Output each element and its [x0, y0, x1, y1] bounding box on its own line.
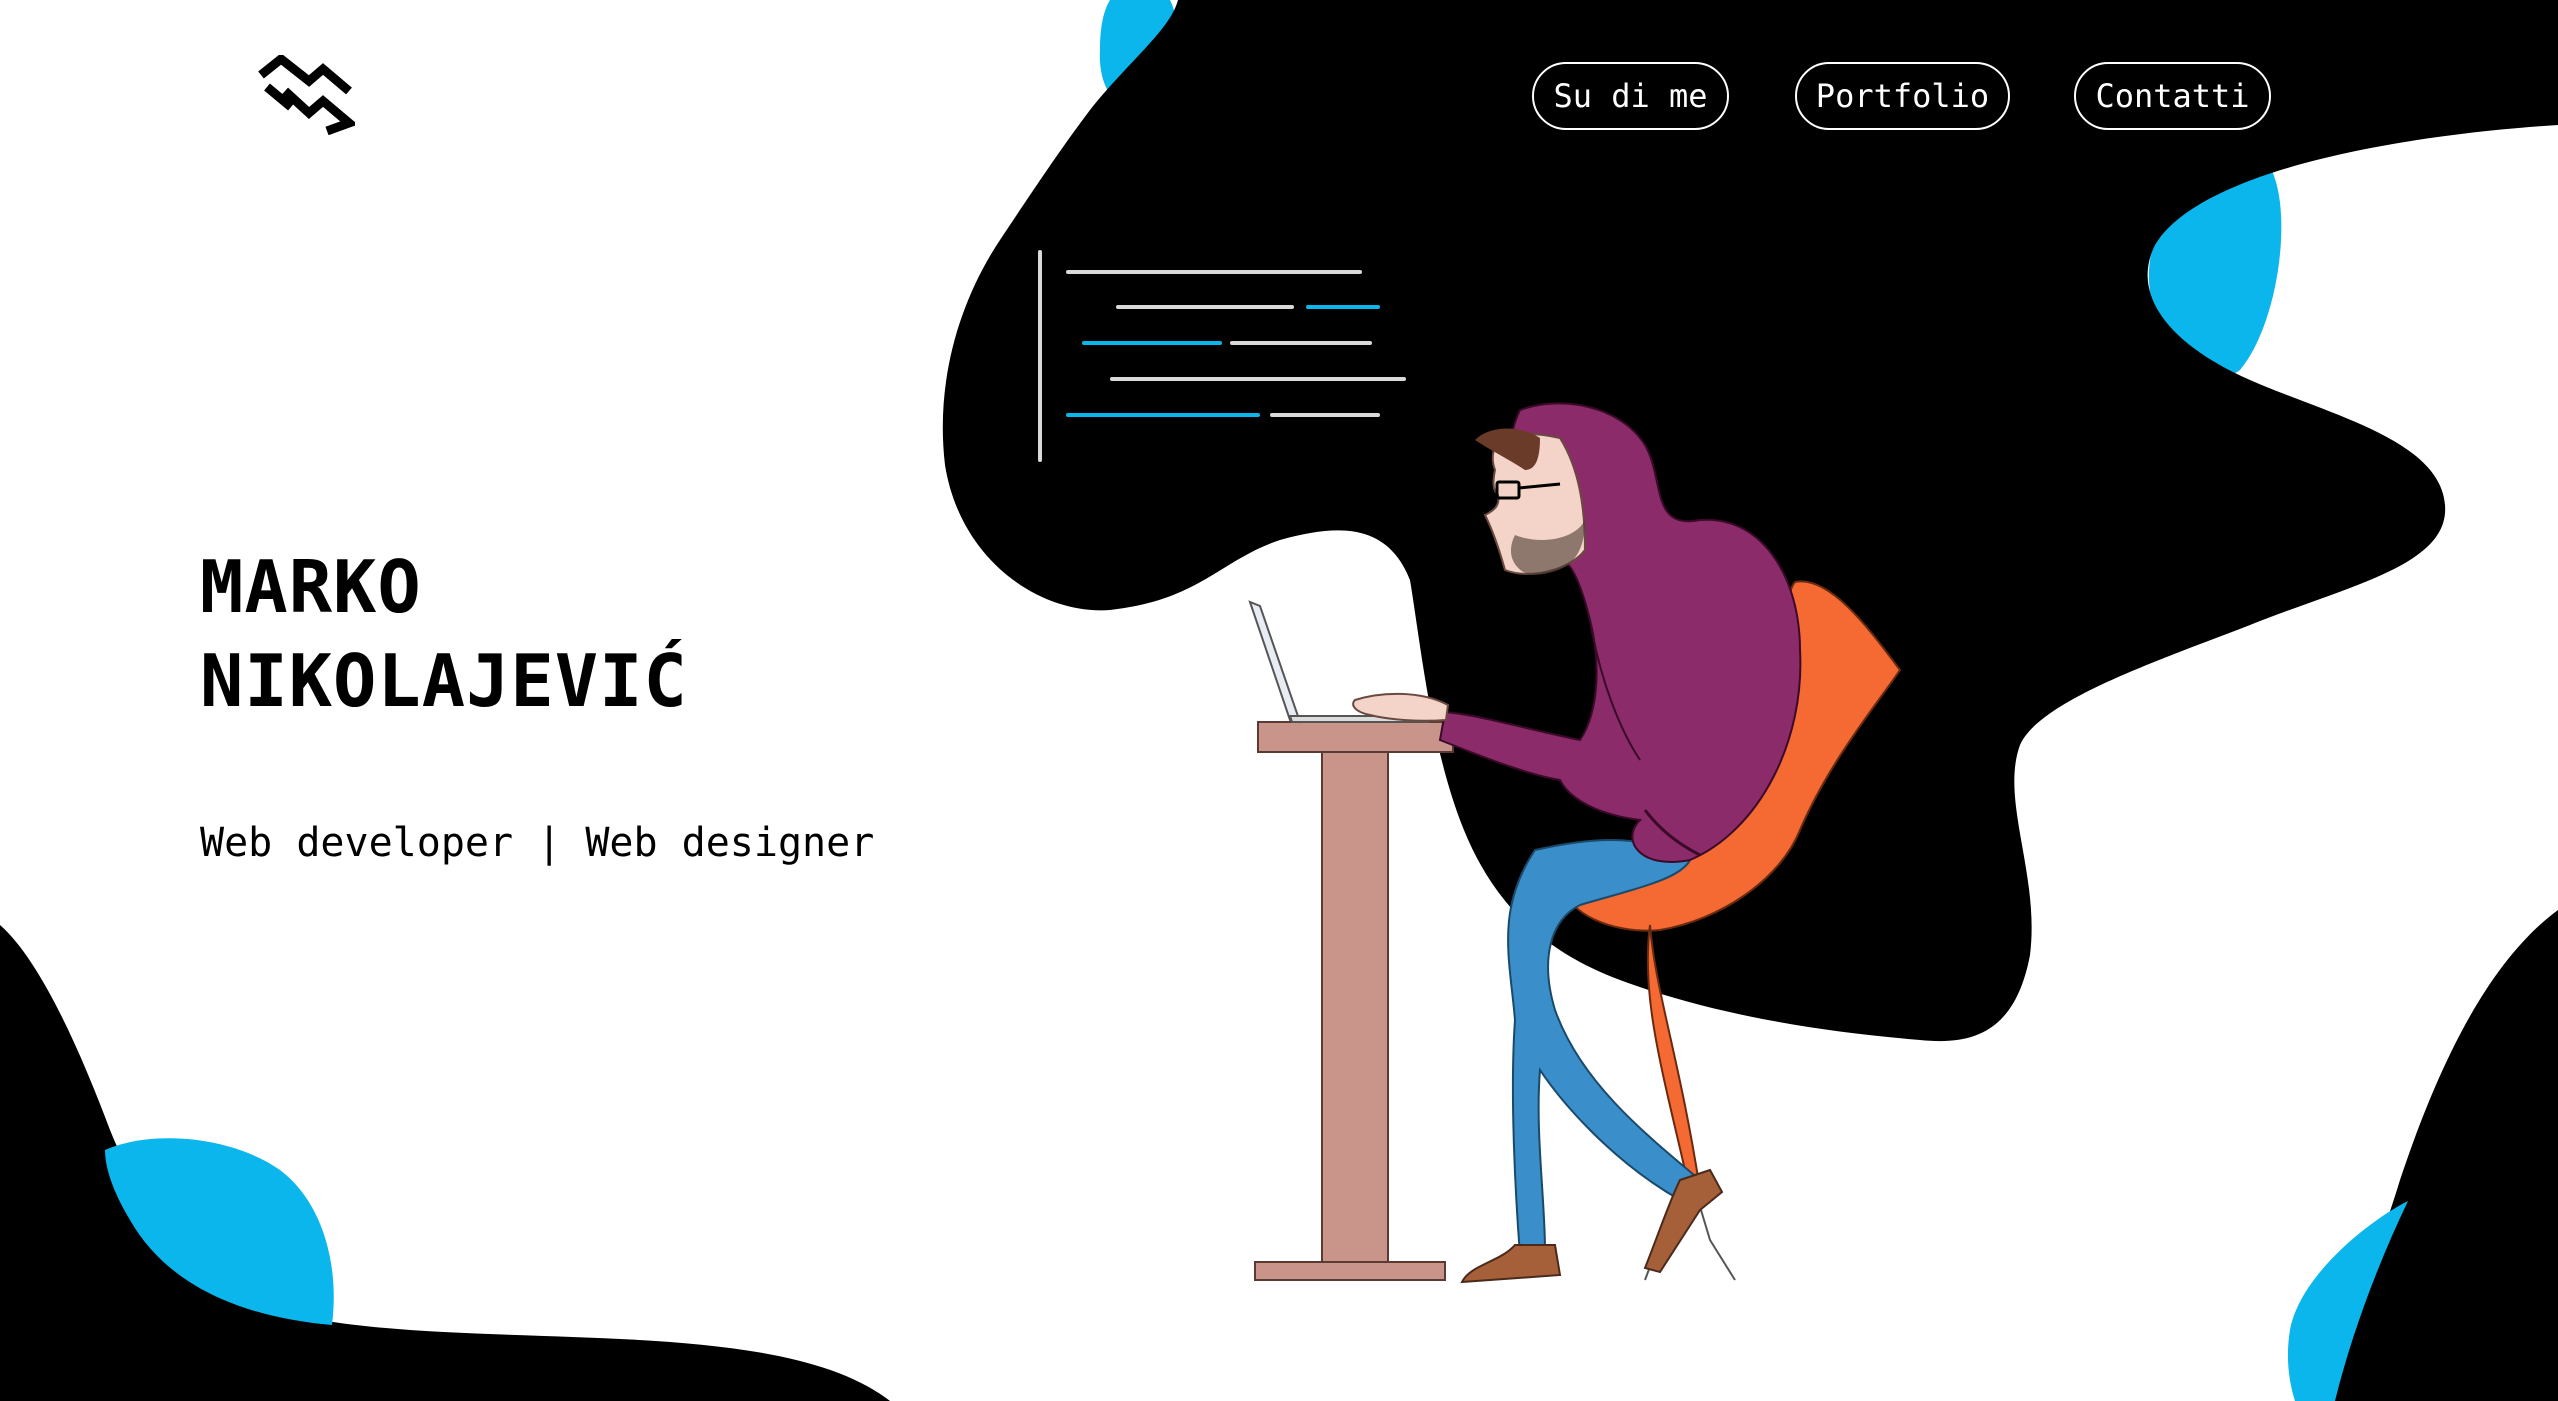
nav-contact-button[interactable]: Contatti [2074, 62, 2271, 130]
nav-about-button[interactable]: Su di me [1532, 62, 1729, 130]
hero-section: Su di me Portfolio Contatti MARKO NIKOLA… [0, 0, 2558, 1401]
hero-name: MARKO NIKOLAJEVIĆ [200, 540, 688, 728]
desk-image [1254, 721, 1454, 1281]
nav-portfolio-button[interactable]: Portfolio [1795, 62, 2010, 130]
developer-illustration [1248, 402, 1902, 1284]
hero-name-line1: MARKO [200, 545, 422, 629]
logo-icon[interactable] [255, 55, 355, 135]
hero-name-line2: NIKOLAJEVIĆ [200, 639, 688, 723]
shoe-left [1460, 1244, 1562, 1284]
hero-subtitle: Web developer | Web designer [200, 820, 875, 866]
